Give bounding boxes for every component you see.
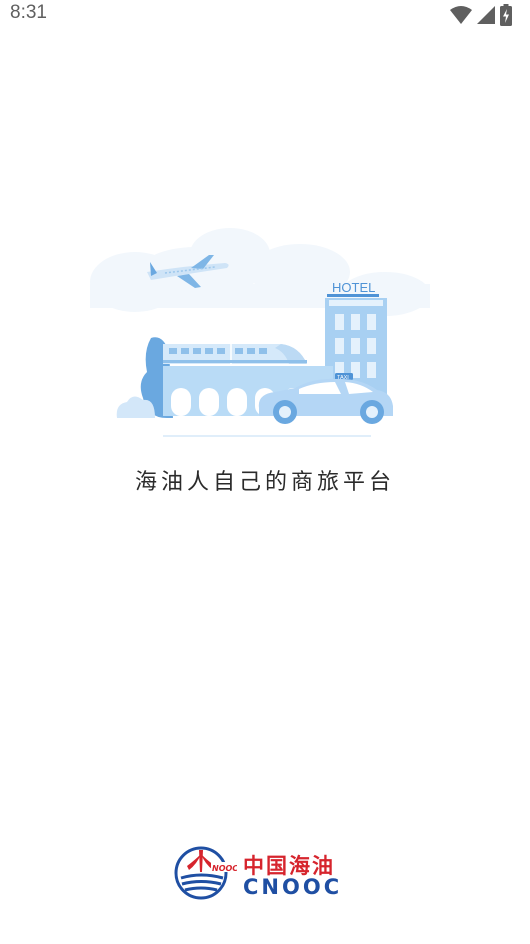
hotel-sign: HOTEL — [332, 280, 375, 295]
app-tagline: 海油人自己的商旅平台 — [134, 470, 395, 495]
status-icons — [450, 4, 512, 26]
brand-name-en: CNOOC — [243, 875, 343, 899]
status-bar: 8:31 — [0, 0, 530, 30]
battery-charging-icon — [500, 4, 512, 26]
cnooc-logo: NOOC 中国海油 CNOOC — [173, 844, 363, 902]
travel-illustration: HOTEL TAXI — [90, 228, 430, 437]
cnooc-emblem-icon: NOOC — [174, 846, 237, 900]
wifi-icon — [450, 6, 472, 24]
status-time: 8:31 — [10, 2, 47, 23]
emblem-text: NOOC — [212, 864, 237, 873]
cell-signal-icon — [477, 6, 495, 24]
train-icon — [163, 344, 307, 364]
